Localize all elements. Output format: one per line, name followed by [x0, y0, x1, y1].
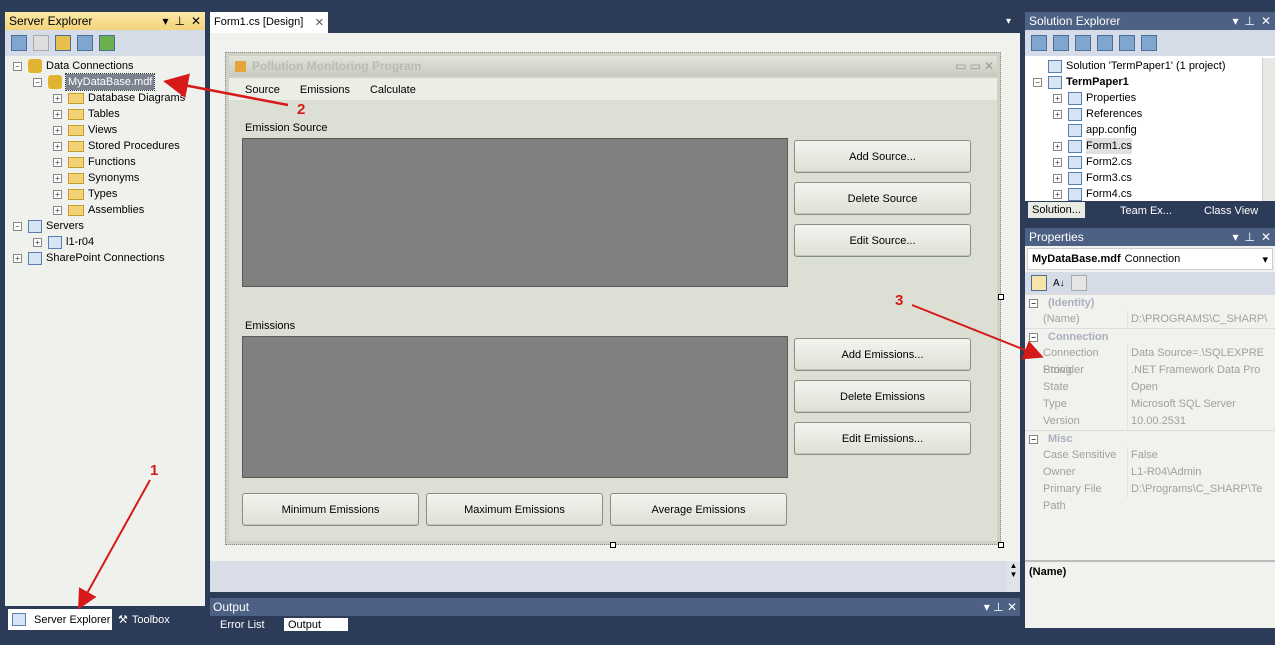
annotation-label-3: 3 — [895, 292, 903, 309]
annotation-arrow-2 — [163, 73, 289, 107]
annotation-overlay: 1 2 3 — [78, 73, 1044, 610]
annotation-label-2: 2 — [297, 101, 305, 118]
annotation-label-1: 1 — [150, 462, 158, 479]
annotation-arrow-1 — [78, 479, 151, 610]
annotation-arrow-3 — [911, 304, 1044, 360]
